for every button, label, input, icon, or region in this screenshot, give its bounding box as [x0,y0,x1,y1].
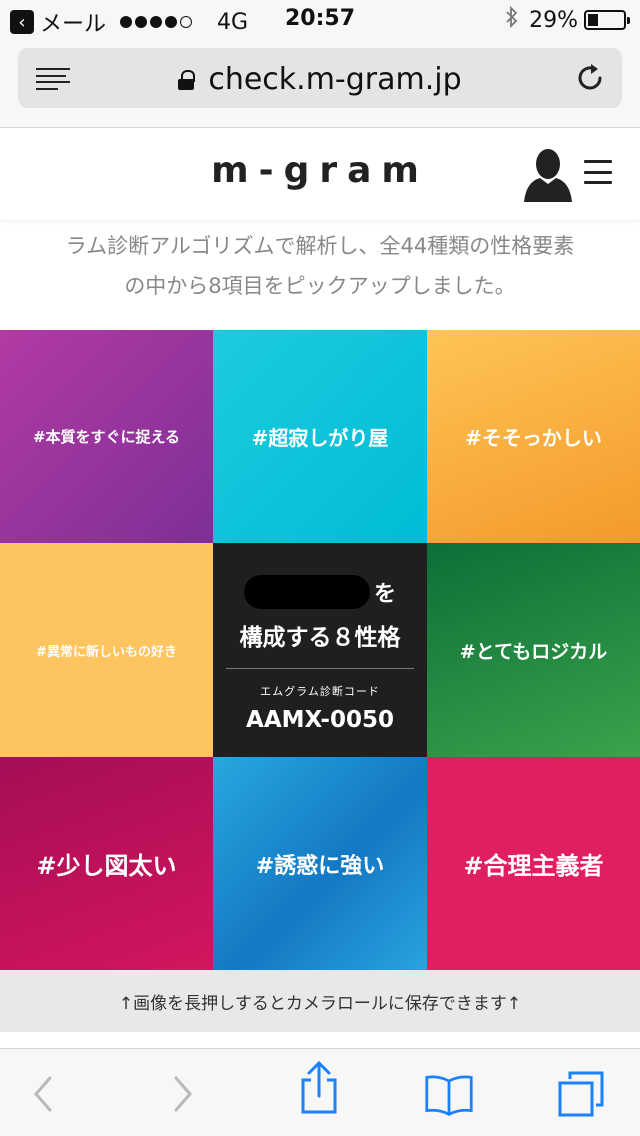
browser-toolbar [0,1048,640,1136]
url-text[interactable]: check.m-gram.jp [208,62,461,97]
status-bar: ‹ メール 4G 20:57 29% [0,0,640,40]
diagnosis-code-label: エムグラム診断コード [260,684,380,698]
forward-chevron-icon[interactable] [158,1069,208,1119]
save-image-hint: ↑画像を長押しするとカメラロールに保存できます↑ [0,970,640,1032]
trait-tile: #とてもロジカル [427,543,640,757]
hamburger-menu-icon[interactable] [584,160,612,184]
user-avatar-icon[interactable] [522,148,574,202]
battery-level-fill [588,14,598,26]
intro-text: ラム診断アルゴリズムで解析し、全44種類の性格要素 の中から8項目をピックアップ… [0,226,640,306]
center-divider [226,667,414,669]
trait-tile: #超寂しがり屋 [213,330,427,543]
trait-tile: #そそっかしい [427,330,640,543]
center-title: 構成する８性格 [239,624,401,651]
address-bar[interactable]: check.m-gram.jp [18,48,622,108]
browser-address-area: check.m-gram.jp [0,40,640,128]
battery-icon [584,10,630,30]
reload-icon[interactable] [574,62,606,94]
site-header: m-gram [0,128,640,220]
bookmarks-icon[interactable] [424,1069,474,1119]
trait-tile: #合理主義者 [427,757,640,970]
redacted-name [243,574,370,609]
center-suffix: を [373,581,396,607]
center-info-tile: を 構成する８性格 エムグラム診断コード AAMX-0050 [213,543,427,757]
trait-tile: #誘惑に強い [213,757,427,970]
trait-tile: #異常に新しいもの好き [0,543,213,757]
battery-percent: 29% [529,7,578,33]
intro-line-2: の中から8項目をピックアップしました。 [124,274,516,298]
trait-tile: #少し図太い [0,757,213,970]
intro-line-1: ラム診断アルゴリズムで解析し、全44種類の性格要素 [65,234,575,258]
personality-grid[interactable]: #本質をすぐに捉える #超寂しがり屋 #そそっかしい #異常に新しいもの好き を… [0,330,640,970]
back-chevron-icon[interactable] [18,1069,68,1119]
share-icon[interactable] [294,1060,344,1114]
lock-icon [178,69,196,90]
trait-tile: #本質をすぐに捉える [0,330,213,543]
tabs-icon[interactable] [556,1069,606,1119]
diagnosis-code: AAMX-0050 [246,706,394,733]
bluetooth-icon [505,5,519,34]
